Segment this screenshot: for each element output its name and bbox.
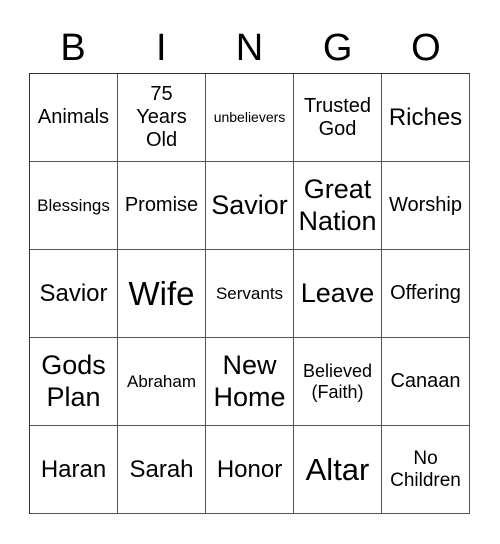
header-letter-n: N <box>235 27 264 69</box>
bingo-cell[interactable]: 75 Years Old <box>118 74 206 162</box>
bingo-cell[interactable]: Leave <box>294 250 382 338</box>
bingo-cell[interactable]: Savior <box>30 250 118 338</box>
header-letter-b: B <box>60 27 86 69</box>
bingo-cell[interactable]: Wife <box>118 250 206 338</box>
bingo-cell[interactable]: Abraham <box>118 338 206 426</box>
bingo-cell[interactable]: Great Nation <box>294 162 382 250</box>
bingo-board: Animals 75 Years Old unbelievers Trusted… <box>29 73 470 514</box>
bingo-cell[interactable]: unbelievers <box>206 74 294 162</box>
bingo-cell[interactable]: Worship <box>382 162 470 250</box>
header-letter-g: G <box>322 27 353 69</box>
bingo-cell[interactable]: Offering <box>382 250 470 338</box>
header-letter-i: I <box>156 27 167 69</box>
bingo-cell[interactable]: New Home <box>206 338 294 426</box>
bingo-cell[interactable]: Promise <box>118 162 206 250</box>
bingo-cell[interactable]: Animals <box>30 74 118 162</box>
bingo-cell[interactable]: Gods Plan <box>30 338 118 426</box>
bingo-header: B I N G O <box>29 24 470 72</box>
bingo-cell[interactable]: Sarah <box>118 426 206 514</box>
bingo-cell[interactable]: Riches <box>382 74 470 162</box>
bingo-cell[interactable]: Haran <box>30 426 118 514</box>
bingo-cell[interactable]: Trusted God <box>294 74 382 162</box>
header-letter-o: O <box>411 27 441 69</box>
bingo-cell[interactable]: Believed (Faith) <box>294 338 382 426</box>
bingo-cell[interactable]: Servants <box>206 250 294 338</box>
bingo-cell[interactable]: Canaan <box>382 338 470 426</box>
bingo-cell[interactable]: Savior <box>206 162 294 250</box>
bingo-cell[interactable]: Honor <box>206 426 294 514</box>
bingo-cell[interactable]: Altar <box>294 426 382 514</box>
bingo-cell[interactable]: Blessings <box>30 162 118 250</box>
bingo-cell[interactable]: No Children <box>382 426 470 514</box>
